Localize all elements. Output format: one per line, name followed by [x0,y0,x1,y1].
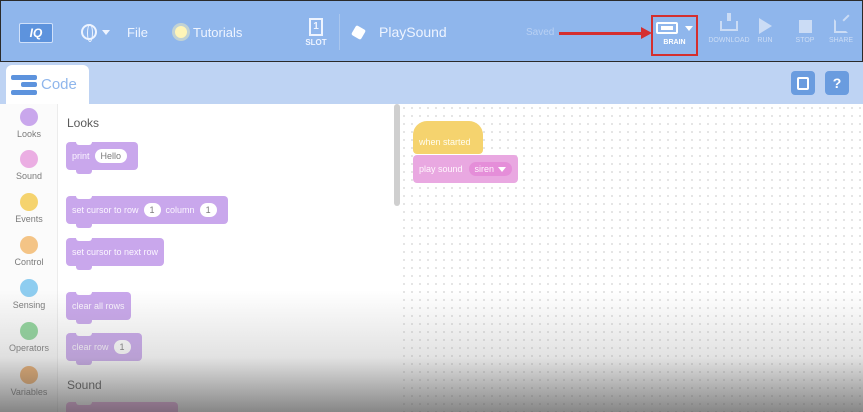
category-label: Sensing [12,300,46,310]
run-button[interactable]: RUN [745,15,785,55]
globe-icon [81,24,97,42]
tab-code-label: Code [41,76,77,93]
run-label: RUN [757,37,773,44]
variables-dot-icon [20,366,38,384]
category-operators[interactable]: Operators [0,322,58,353]
print-value-input[interactable]: Hello [94,149,128,163]
block-text: play sound [419,164,463,174]
row-value-input[interactable]: 1 [143,203,161,217]
file-menu-label: File [127,24,148,40]
block-text: set cursor to next row [72,247,159,257]
category-variables[interactable]: Variables [0,366,58,397]
section-label-sound: Sound [67,378,102,392]
brain-icon [656,22,678,34]
next-row-block[interactable]: set cursor to next row [66,237,165,270]
block-text: set cursor to row [72,205,139,215]
control-dot-icon [20,236,38,254]
category-looks[interactable]: Looks [0,108,58,139]
category-menu: Looks Sound Events Control Sensing Opera… [0,104,58,412]
sound-block[interactable] [66,401,178,412]
chevron-down-icon [498,166,507,172]
annotation-arrow [559,27,652,39]
section-label-looks: Looks [67,116,100,130]
block-text: when started [419,137,471,147]
project-icon [350,24,367,40]
help-button[interactable]: ? [825,71,849,95]
looks-dot-icon [20,108,38,126]
category-label: Control [14,257,44,267]
device-icon [797,76,809,90]
stop-label: STOP [795,37,815,44]
menu-bar: IQ File Tutorials 1 SLOT PlaySound Saved… [0,0,863,62]
category-label: Looks [16,129,42,139]
save-status: Saved [526,26,555,38]
category-label: Events [15,214,43,224]
play-sound-block[interactable]: play sound siren [413,155,519,183]
chevron-down-icon [685,25,693,31]
category-sensing[interactable]: Sensing [0,279,58,310]
block-text: clear all rows [72,301,125,311]
slot-button[interactable]: 1 SLOT [303,1,329,63]
operators-dot-icon [20,322,38,340]
download-icon [720,13,738,31]
code-icon [11,74,37,95]
block-text: clear row [72,342,109,352]
project-name-label: PlaySound [379,24,447,40]
set-cursor-block[interactable]: set cursor to row 1 column 1 [66,195,228,228]
category-events[interactable]: Events [0,193,58,224]
sound-dot-icon [20,150,38,168]
share-icon [834,19,848,33]
brain-label: BRAIN [663,39,686,46]
slot-number: 1 [309,17,323,36]
tutorials-menu[interactable]: Tutorials [175,1,242,63]
sound-dropdown[interactable]: siren [468,162,513,176]
divider [339,14,340,50]
language-menu[interactable] [81,1,110,63]
share-button[interactable]: SHARE [821,15,861,55]
when-started-block[interactable]: when started [413,121,483,154]
file-menu[interactable]: File [127,1,148,63]
column-value-input[interactable]: 1 [199,203,217,217]
category-label: Operators [8,343,50,353]
clear-row-value-input[interactable]: 1 [113,340,131,354]
vexcode-logo[interactable]: IQ [19,23,53,43]
print-block[interactable]: print Hello [66,141,139,174]
slot-label: SLOT [305,37,327,47]
sound-dropdown-value: siren [474,164,495,174]
clear-row-block[interactable]: clear row 1 [66,332,142,365]
share-label: SHARE [828,37,854,44]
devices-button[interactable] [791,71,815,95]
category-sound[interactable]: Sound [0,150,58,181]
download-label: DOWNLOAD [708,37,750,44]
stop-icon [798,19,812,33]
category-control[interactable]: Control [0,236,58,267]
project-name[interactable]: PlaySound [350,1,447,63]
chevron-down-icon [102,29,110,35]
help-icon: ? [832,75,842,91]
tutorials-label: Tutorials [193,24,243,40]
tutorials-icon [175,26,187,38]
sensing-dot-icon [20,279,38,297]
block-text: column [165,205,195,215]
category-label: Sound [15,171,43,181]
tab-code[interactable]: Code [6,65,89,104]
brain-button[interactable]: BRAIN [651,15,698,56]
play-icon [758,18,772,34]
events-dot-icon [20,193,38,211]
editor-tab-bar: Code ? [0,62,863,104]
clear-all-rows-block[interactable]: clear all rows [66,291,131,324]
category-label: Variables [10,387,48,397]
block-text: print [72,151,90,161]
